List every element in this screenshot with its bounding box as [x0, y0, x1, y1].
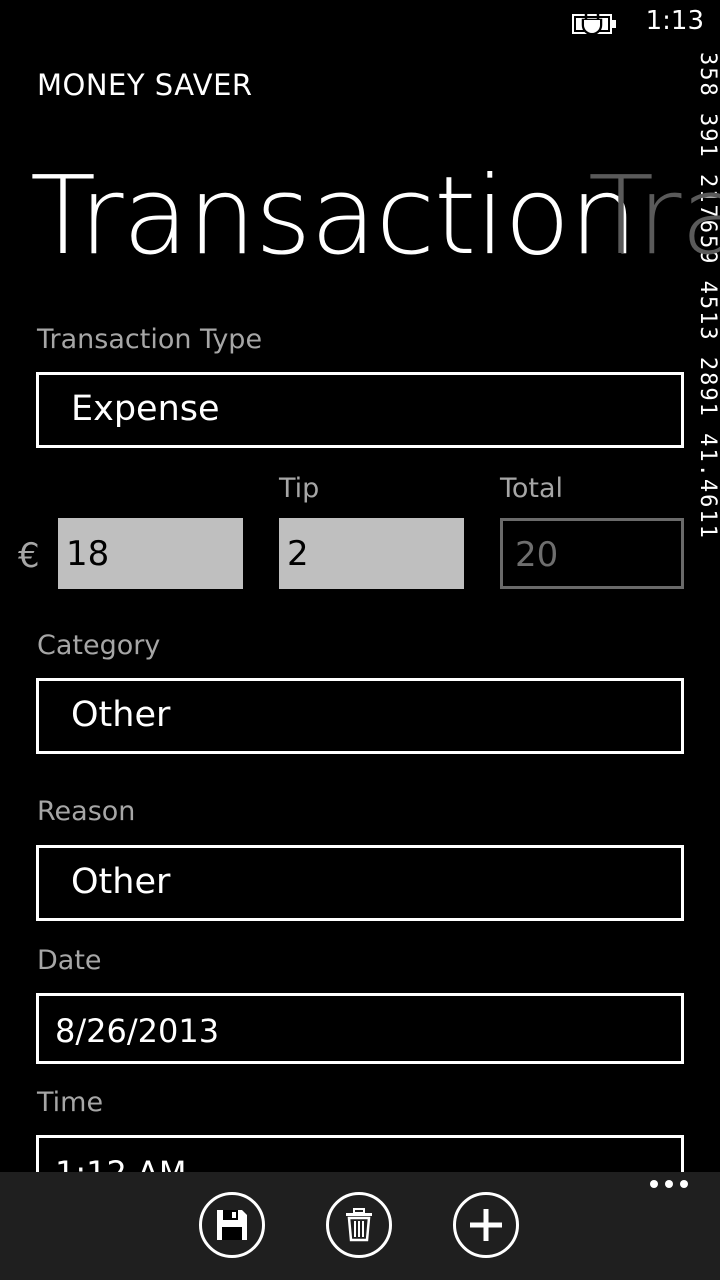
side-counter: 358 391 217659 4513 2891 41.4611 — [696, 52, 718, 540]
amount-value: 18 — [66, 534, 110, 574]
category-label: Category — [37, 630, 161, 661]
save-icon — [217, 1210, 247, 1240]
app-title: MONEY SAVER — [37, 68, 253, 102]
total-value: 20 — [515, 535, 559, 575]
tip-value: 2 — [287, 534, 309, 574]
battery-charging-icon — [572, 12, 616, 36]
ellipsis-icon[interactable] — [650, 1180, 688, 1188]
tip-input[interactable]: 2 — [279, 518, 464, 589]
delete-button[interactable] — [326, 1192, 392, 1258]
transaction-type-select[interactable]: Expense — [36, 372, 684, 448]
save-button[interactable] — [199, 1192, 265, 1258]
currency-symbol: € — [18, 536, 40, 576]
date-label: Date — [37, 945, 102, 976]
transaction-type-value: Expense — [71, 389, 220, 429]
date-value: 8/26/2013 — [55, 1012, 220, 1050]
amount-input[interactable]: 18 — [58, 518, 243, 589]
add-icon — [470, 1209, 502, 1241]
pivot-item-next[interactable]: Tra — [588, 157, 720, 277]
add-button[interactable] — [453, 1192, 519, 1258]
delete-icon — [346, 1208, 372, 1242]
pivot-item-transaction[interactable]: Transaction — [30, 157, 638, 277]
reason-select[interactable]: Other — [36, 845, 684, 921]
category-select[interactable]: Other — [36, 678, 684, 754]
total-label: Total — [500, 473, 564, 504]
tip-label: Tip — [279, 473, 320, 504]
transaction-type-label: Transaction Type — [37, 324, 263, 355]
category-value: Other — [71, 695, 171, 735]
reason-value: Other — [71, 862, 171, 902]
time-label: Time — [37, 1087, 104, 1118]
reason-label: Reason — [37, 796, 136, 827]
total-field: 20 — [500, 518, 684, 589]
status-time: 1:13 — [645, 6, 704, 36]
date-picker[interactable]: 8/26/2013 — [36, 993, 684, 1064]
